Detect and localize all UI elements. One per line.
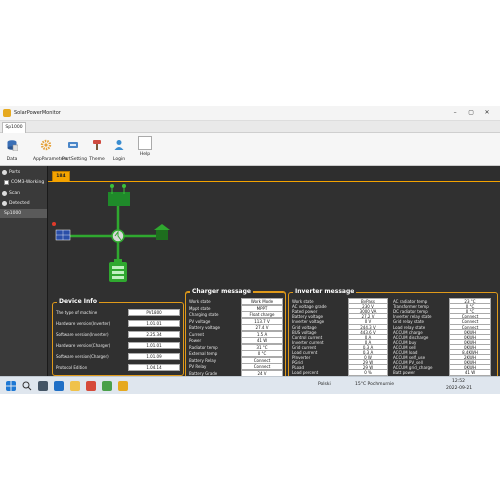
language-indicator[interactable]: Polski xyxy=(318,382,331,388)
user-icon xyxy=(114,140,124,150)
info-row: Hardware version(Charger) 1.01.01 xyxy=(56,342,182,350)
windows-taskbar: Polski 15°C Pochmurnie 12:52 2022-09-21 xyxy=(0,376,500,394)
app-parameters-button[interactable]: AppParameters xyxy=(33,136,68,162)
row-value: 1.01.01 xyxy=(128,320,180,327)
port-setting-icon xyxy=(68,142,78,148)
application-window: SolarPowerMonitor – ▢ ✕ Sp1000 Data AppP… xyxy=(0,106,500,394)
inverter-title: Inverter message xyxy=(293,288,357,295)
device-item-label: Sp1000 xyxy=(4,211,22,216)
info-row: Software version(Charger) 1.01.09 xyxy=(56,353,182,361)
device-item-sp1000[interactable]: Sp1000 xyxy=(0,209,47,218)
taskview-icon[interactable] xyxy=(38,381,48,391)
port-setting-button[interactable]: PortSetting xyxy=(62,136,88,162)
expand-icon xyxy=(2,201,7,206)
data-button[interactable]: Data xyxy=(4,136,20,162)
scan-label: Scan xyxy=(9,191,20,196)
database-icon xyxy=(7,140,19,152)
row-label: Hardware version(Inverter) xyxy=(56,321,111,326)
data-label: Data xyxy=(6,157,18,162)
battery-icon xyxy=(109,259,127,282)
detected-label: Detected xyxy=(9,201,30,206)
info-row: The type of machine PV1800 xyxy=(56,309,182,317)
solar-app-icon[interactable] xyxy=(118,381,128,391)
clock-time[interactable]: 12:52 xyxy=(452,379,465,385)
gear-icon xyxy=(40,139,52,151)
row-value: PV1800 xyxy=(128,309,180,316)
login-label: Login xyxy=(112,157,126,162)
info-row: Hardware version(Inverter) 1.01.01 xyxy=(56,320,182,328)
port-checkbox[interactable] xyxy=(4,180,9,185)
info-row: Protocol Edition 1.04.14 xyxy=(56,364,182,372)
solar-panel-icon xyxy=(55,229,71,241)
app-icon[interactable] xyxy=(102,381,112,391)
device-tab-strip: Sp1000 xyxy=(0,121,500,133)
theme-label: Theme xyxy=(89,157,105,162)
detected-node[interactable]: Detected xyxy=(0,199,47,208)
row-value: 2.25.34 xyxy=(128,331,180,338)
windows-start-icon[interactable] xyxy=(6,381,16,391)
help-icon xyxy=(138,136,152,150)
app-parameters-label: AppParameters xyxy=(33,157,68,162)
info-row: Software version(Inverter) 2.25.34 xyxy=(56,331,182,339)
expand-icon xyxy=(2,191,7,196)
device-tab-sp1000[interactable]: Sp1000 xyxy=(2,122,26,133)
wind-solar-source-icon xyxy=(108,184,130,206)
clock-date[interactable]: 2022-09-21 xyxy=(446,386,472,392)
ports-label: Ports xyxy=(9,170,21,175)
help-label: Help xyxy=(139,152,151,157)
port-setting-label: PortSetting xyxy=(62,157,88,162)
device-tree-panel: Ports COM3-Working Scan Detected Sp1000 xyxy=(0,166,48,394)
monitor-content: Device Info The type of machine PV1800 Har… xyxy=(48,181,500,394)
app-logo-icon xyxy=(3,109,11,117)
ports-node[interactable]: Ports xyxy=(0,168,47,177)
minimize-button[interactable]: – xyxy=(448,108,462,118)
expand-icon xyxy=(2,170,7,175)
login-button[interactable]: Login xyxy=(111,136,127,162)
row-value: 1.04.14 xyxy=(128,364,180,371)
outlook-icon[interactable] xyxy=(54,381,64,391)
chrome-icon[interactable] xyxy=(86,381,96,391)
power-flow-diagram xyxy=(52,184,170,282)
grid-house-icon xyxy=(154,224,170,240)
charger-title: Charger message xyxy=(190,288,253,295)
device-info-panel: Device Info The type of machine PV1800 Har… xyxy=(52,298,184,376)
row-label: Software version(Inverter) xyxy=(56,332,109,337)
port-item-com3[interactable]: COM3-Working xyxy=(0,178,47,187)
scan-node[interactable]: Scan xyxy=(0,189,47,198)
toolbar: Data AppParameters PortSetting Theme Log… xyxy=(0,133,500,166)
port-item-label: COM3-Working xyxy=(11,180,45,185)
row-label: Hardware version(Charger) xyxy=(56,343,111,348)
row-value: 1.01.09 xyxy=(128,353,180,360)
row-label: The type of machine xyxy=(56,310,98,315)
help-button[interactable]: Help xyxy=(138,136,152,157)
inverter-icon xyxy=(111,229,125,243)
search-icon[interactable] xyxy=(22,381,32,391)
window-title: SolarPowerMonitor xyxy=(14,110,61,116)
row-label: Protocol Edition xyxy=(56,365,88,370)
row-value: 1.01.01 xyxy=(128,342,180,349)
explorer-icon[interactable] xyxy=(70,381,80,391)
theme-button[interactable]: Theme xyxy=(88,136,106,162)
maximize-button[interactable]: ▢ xyxy=(464,108,478,118)
device-info-title: Device Info xyxy=(57,298,99,305)
title-bar: SolarPowerMonitor – ▢ ✕ xyxy=(0,106,500,121)
status-indicator-icon xyxy=(52,222,56,226)
close-button[interactable]: ✕ xyxy=(480,108,494,118)
theme-icon xyxy=(93,140,101,150)
row-label: Software version(Charger) xyxy=(56,354,109,359)
weather-widget[interactable]: 15°C Pochmurnie xyxy=(355,382,394,388)
